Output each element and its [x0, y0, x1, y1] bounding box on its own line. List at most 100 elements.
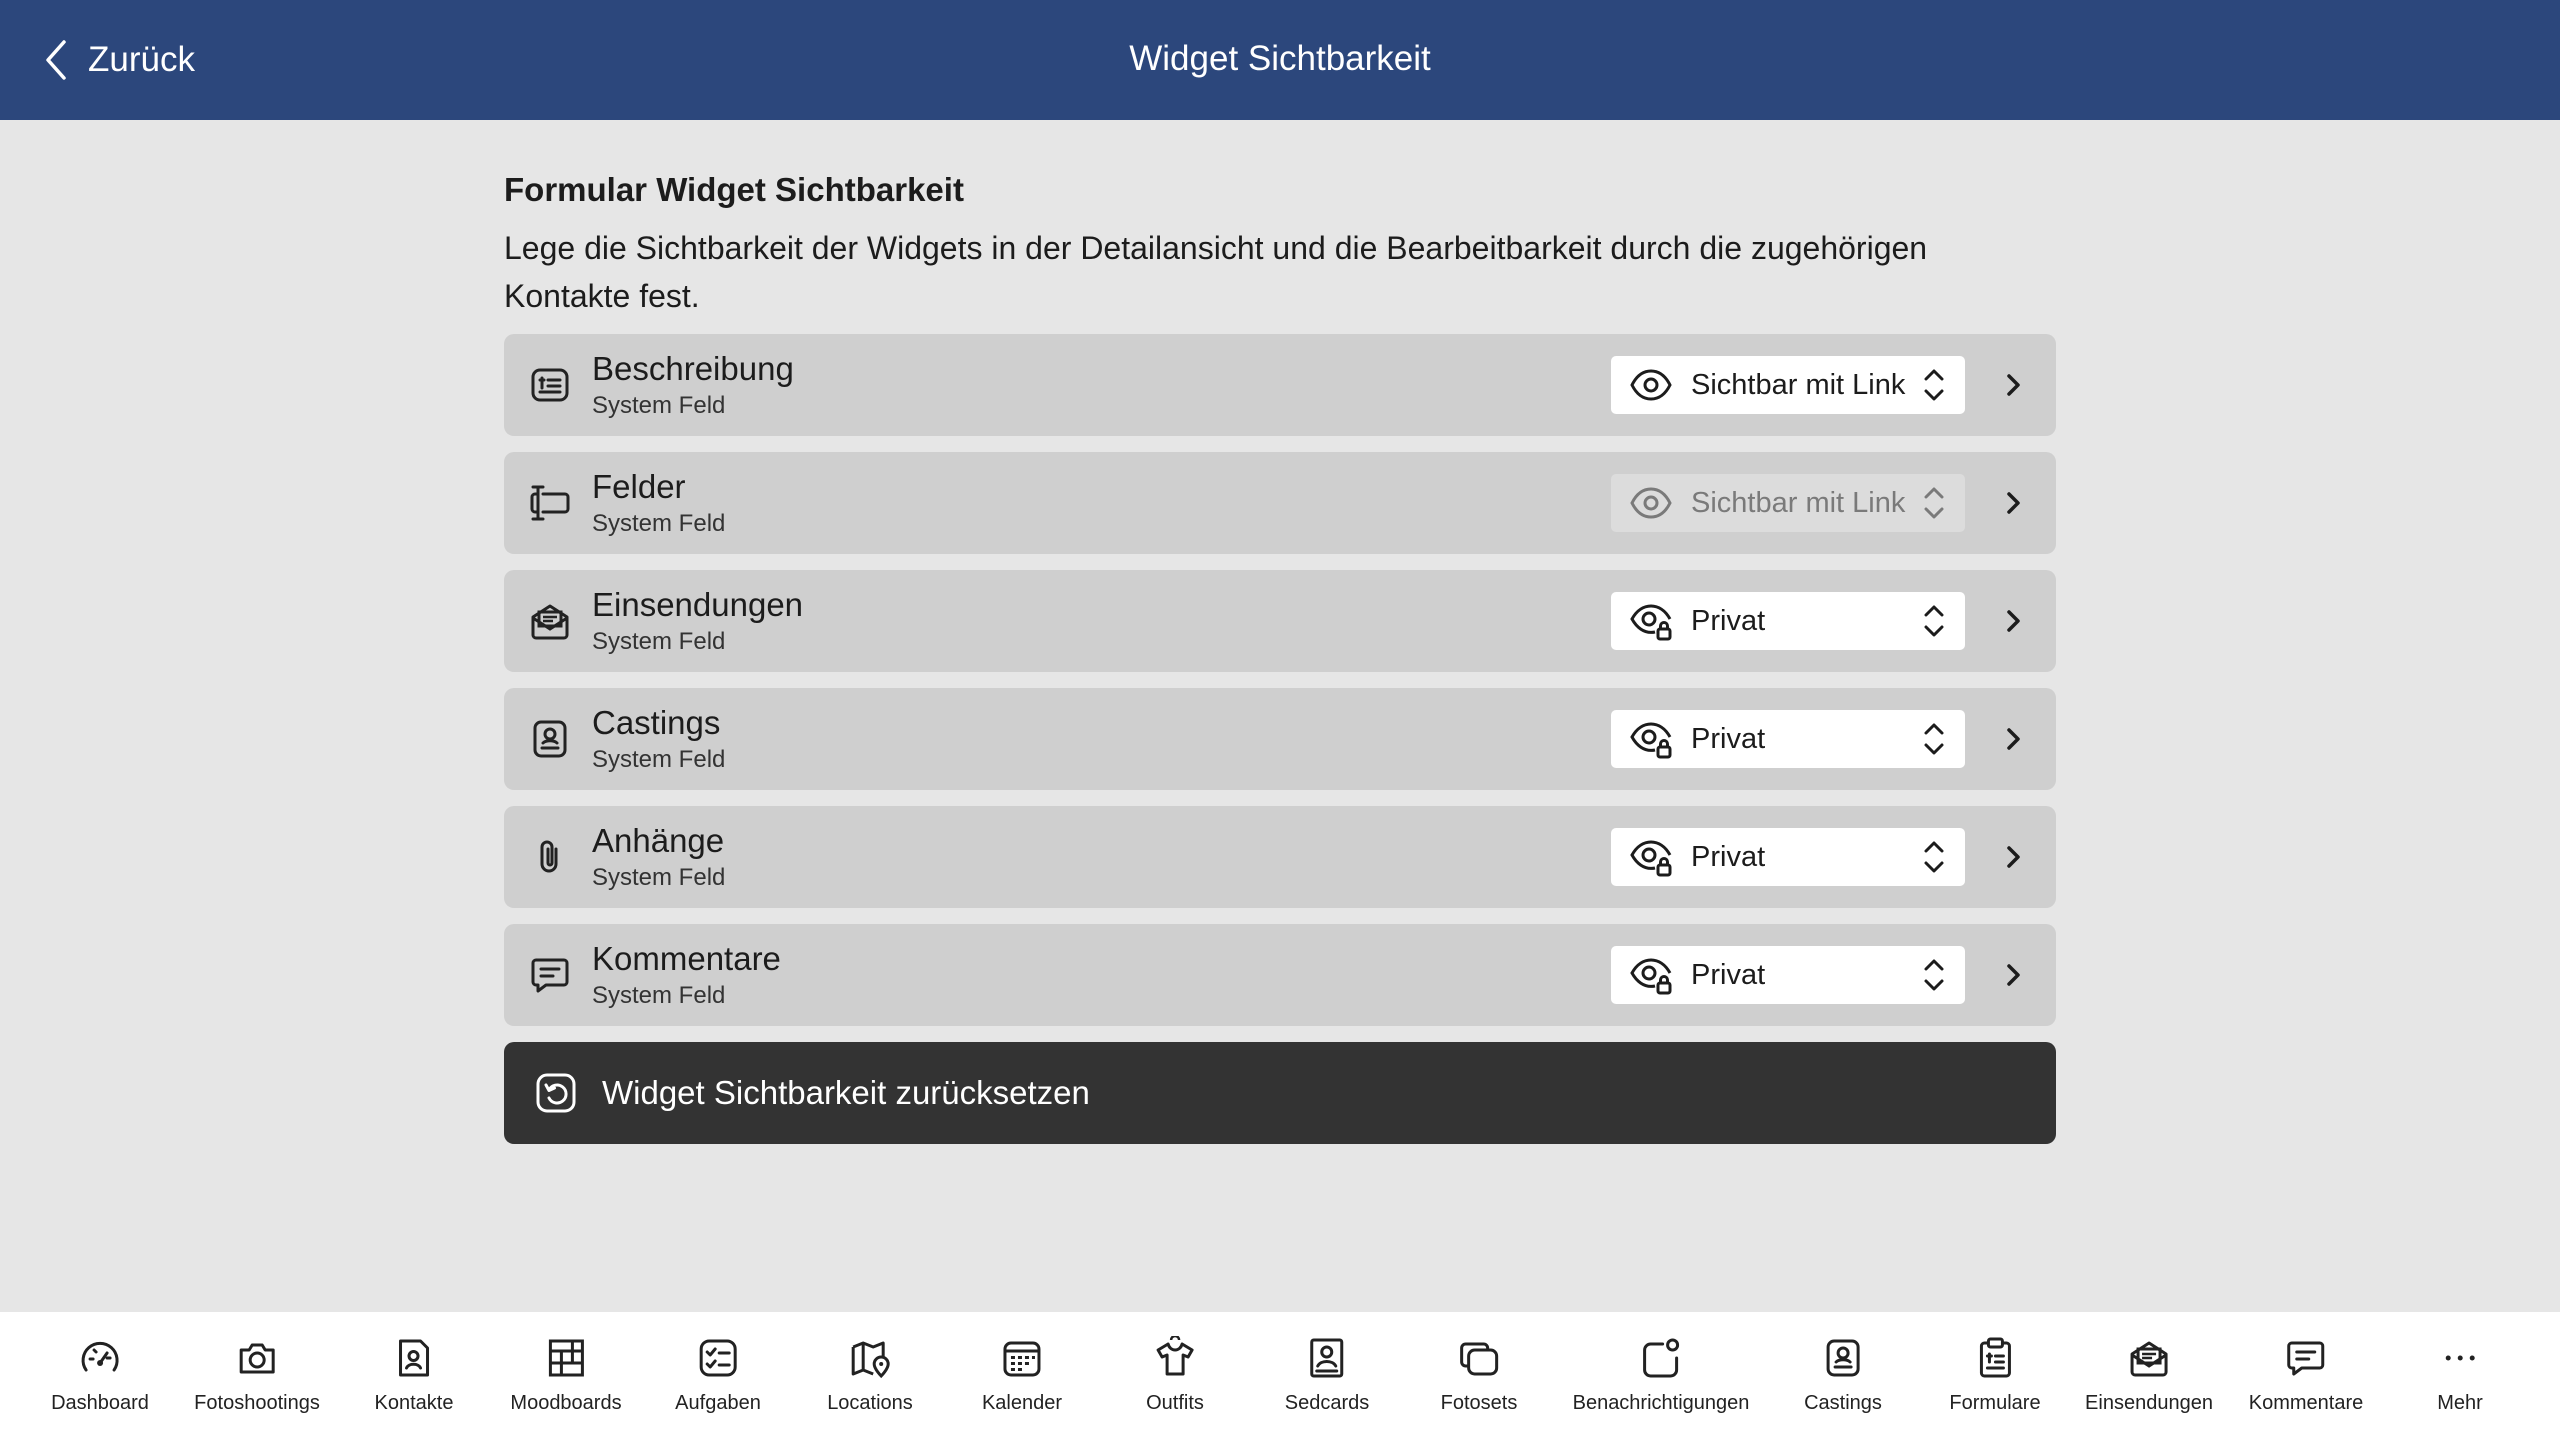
chevron-right-icon[interactable]	[1998, 370, 2028, 400]
tab-outfits[interactable]: Outfits	[1146, 1312, 1204, 1440]
widget-subtitle: System Feld	[592, 392, 726, 419]
tab-locations[interactable]: Locations	[827, 1312, 913, 1440]
shirt-icon	[1156, 1336, 1194, 1376]
visibility-value: Sichtbar mit Link	[1691, 368, 1906, 401]
visibility-select[interactable]: Privat	[1611, 828, 1965, 886]
gauge-icon	[81, 1341, 119, 1372]
widget-row[interactable]: Anhänge System Feld Privat	[504, 806, 2056, 908]
tab-fotoshootings[interactable]: Fotoshootings	[194, 1312, 320, 1440]
description-icon	[531, 368, 569, 402]
widget-row[interactable]: Felder System Feld Sichtbar mit Link	[504, 452, 2056, 554]
visibility-select[interactable]: Privat	[1611, 946, 1965, 1004]
widget-icon-wrap	[528, 363, 572, 407]
eye-icon	[1630, 369, 1672, 401]
widget-name: Beschreibung	[592, 350, 794, 387]
tab-mehr[interactable]: Mehr	[2437, 1312, 2483, 1440]
widget-name: Castings	[592, 704, 721, 741]
visibility-select[interactable]: Privat	[1611, 592, 1965, 650]
tab-label: Outfits	[1146, 1392, 1204, 1414]
visibility-value: Privat	[1691, 604, 1766, 637]
reset-icon	[536, 1073, 576, 1113]
widget-icon-wrap	[528, 717, 572, 761]
tab-castings[interactable]: Castings	[1804, 1312, 1882, 1440]
map-pin-icon	[851, 1341, 890, 1379]
section-description: Lege die Sichtbarkeit der Widgets in der…	[504, 230, 1928, 314]
tab-formulare[interactable]: Formulare	[1949, 1312, 2041, 1440]
chevron-up-down-icon	[1924, 487, 1944, 519]
widget-name: Kommentare	[592, 940, 781, 977]
tab-fotosets[interactable]: Fotosets	[1440, 1312, 1518, 1440]
sedcard-icon	[1310, 1338, 1344, 1378]
tab-kommentare[interactable]: Kommentare	[2248, 1312, 2364, 1440]
eye-lock-icon	[1630, 958, 1672, 995]
tab-sedcards[interactable]: Sedcards	[1284, 1312, 1370, 1440]
chevron-right-icon[interactable]	[1998, 606, 2028, 636]
widget-subtitle: System Feld	[592, 746, 726, 773]
tab-aufgaben[interactable]: Aufgaben	[675, 1312, 761, 1440]
comment-icon	[531, 958, 569, 993]
widget-subtitle: System Feld	[592, 864, 726, 891]
widget-subtitle: System Feld	[592, 510, 726, 537]
eye-lock-icon	[1630, 722, 1672, 759]
moodboard-icon	[548, 1339, 584, 1377]
widget-row[interactable]: Beschreibung System Feld Sichtbar mit Link	[504, 334, 2056, 436]
visibility-value: Privat	[1691, 722, 1766, 755]
tab-einsendungen[interactable]: Einsendungen	[2085, 1312, 2213, 1440]
envelope-open-icon	[531, 604, 569, 640]
tab-label: Castings	[1804, 1392, 1882, 1414]
notification-icon	[1643, 1338, 1680, 1378]
tab-label: Moodboards	[510, 1392, 622, 1414]
main-content: Formular Widget Sichtbarkeit Lege die Si…	[504, 160, 2056, 1144]
casting-card-icon	[533, 720, 567, 758]
tab-label: Benachrichtigungen	[1572, 1392, 1750, 1414]
reset-visibility-button[interactable]: Widget Sichtbarkeit zurücksetzen	[504, 1042, 2056, 1144]
widget-subtitle: System Feld	[592, 982, 726, 1009]
widget-name: Felder	[592, 468, 686, 505]
visibility-value: Privat	[1691, 958, 1766, 991]
tab-benachrichtigungen[interactable]: Benachrichtigungen	[1572, 1312, 1750, 1440]
visibility-select[interactable]: Privat	[1611, 710, 1965, 768]
tab-label: Fotosets	[1440, 1392, 1518, 1414]
widget-icon-wrap	[528, 481, 572, 525]
contact-icon	[399, 1339, 430, 1377]
widget-row[interactable]: Castings System Feld Privat	[504, 688, 2056, 790]
chevron-right-icon[interactable]	[1998, 724, 2028, 754]
chevron-up-down-icon	[1924, 841, 1944, 873]
tab-label: Kommentare	[2248, 1392, 2364, 1414]
tab-kontakte[interactable]: Kontakte	[375, 1312, 453, 1440]
tab-kalender[interactable]: Kalender	[982, 1312, 1062, 1440]
tab-label: Einsendungen	[2085, 1392, 2213, 1414]
eye-lock-icon	[1630, 840, 1672, 877]
page-title: Widget Sichtbarkeit	[1129, 39, 1431, 78]
chevron-right-icon[interactable]	[1998, 488, 2028, 518]
visibility-select[interactable]: Sichtbar mit Link	[1611, 356, 1965, 414]
widget-list: Beschreibung System Feld Sichtbar mit Link…	[504, 334, 2056, 1026]
tab-label: Locations	[827, 1392, 913, 1414]
chevron-left-icon	[46, 40, 66, 80]
chevron-right-icon[interactable]	[1998, 960, 2028, 990]
widget-subtitle: System Feld	[592, 628, 726, 655]
tab-label: Sedcards	[1284, 1392, 1370, 1414]
widget-name: Einsendungen	[592, 586, 804, 623]
more-icon	[2445, 1355, 2475, 1361]
chevron-up-down-icon	[1924, 369, 1944, 401]
eye-lock-icon	[1630, 604, 1672, 641]
chevron-up-down-icon	[1924, 959, 1944, 991]
photoset-icon	[1460, 1342, 1499, 1376]
tab-label: Aufgaben	[675, 1392, 761, 1414]
widget-row[interactable]: Einsendungen System Feld Privat	[504, 570, 2056, 672]
camera-icon	[239, 1343, 275, 1374]
chevron-up-down-icon	[1924, 723, 1944, 755]
navigation-bar: Zurück Widget Sichtbarkeit	[0, 0, 2560, 120]
back-button[interactable]: Zurück	[40, 32, 195, 88]
widget-row[interactable]: Kommentare System Feld Privat	[504, 924, 2056, 1026]
clipboard-icon	[1979, 1337, 2011, 1378]
eye-icon	[1630, 487, 1672, 519]
comment-icon	[2287, 1341, 2325, 1376]
envelope-open-icon	[2130, 1341, 2168, 1377]
widget-icon-wrap	[528, 835, 572, 879]
tab-label: Mehr	[2437, 1392, 2483, 1414]
chevron-right-icon[interactable]	[1998, 842, 2028, 872]
tab-dashboard[interactable]: Dashboard	[51, 1312, 149, 1440]
tab-moodboards[interactable]: Moodboards	[510, 1312, 622, 1440]
